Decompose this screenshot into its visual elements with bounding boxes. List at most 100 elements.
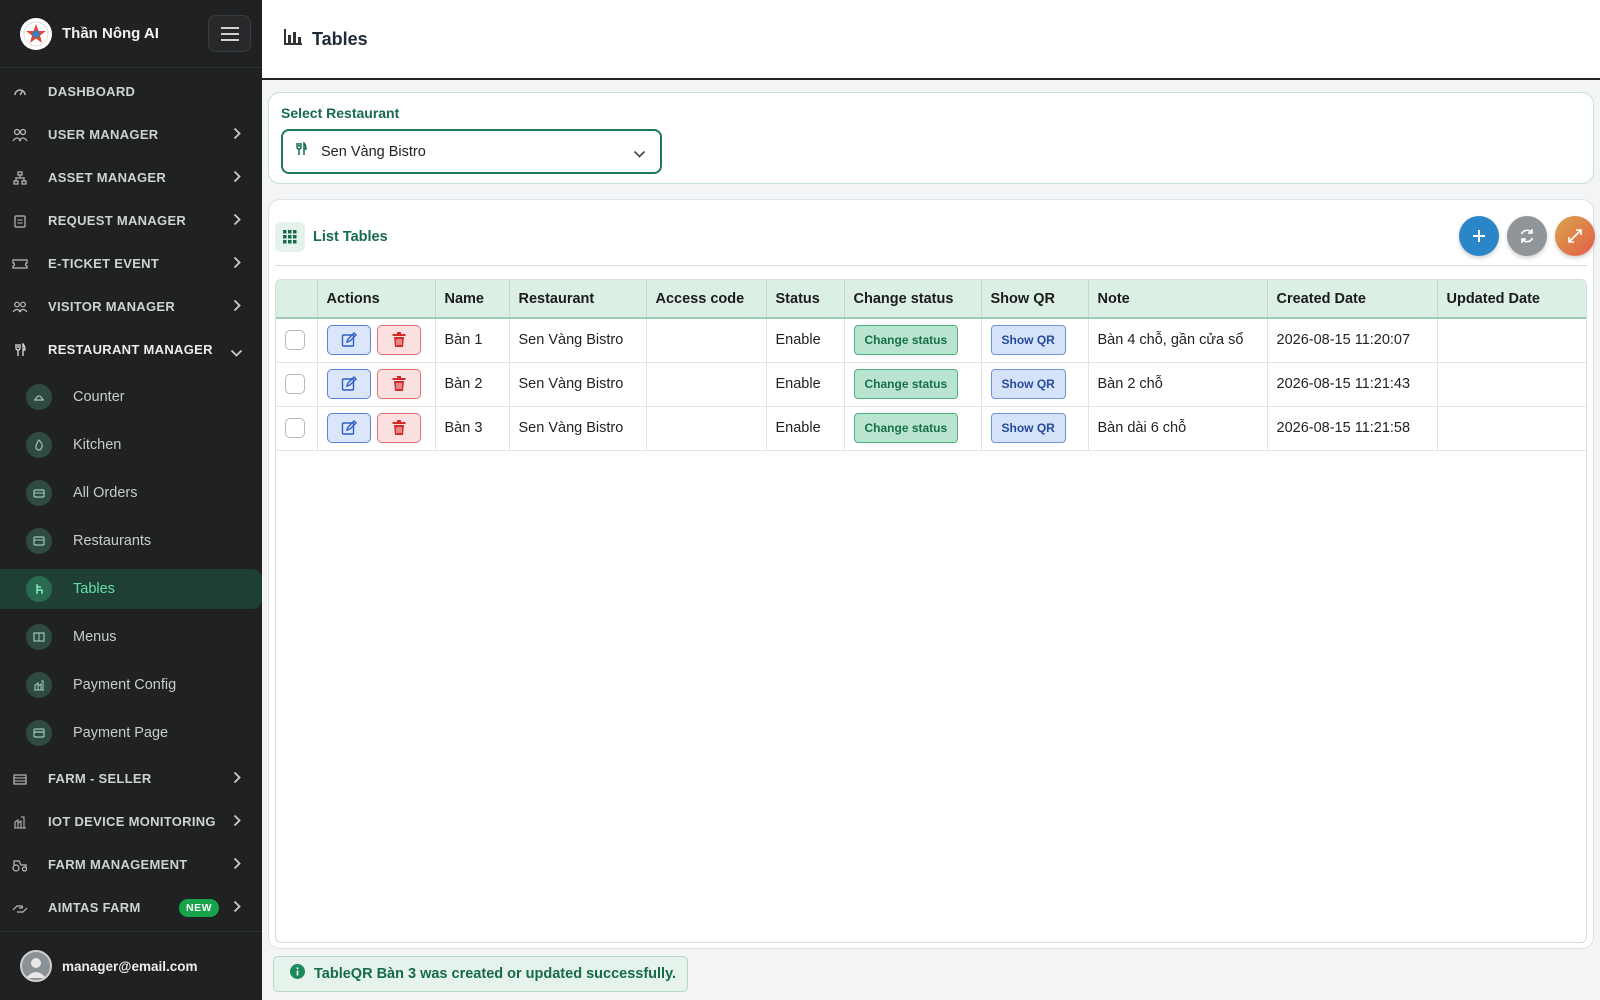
restaurant-select[interactable]: Sen Vàng Bistro xyxy=(281,129,662,174)
sidebar-item-label: E-TICKET EVENT xyxy=(48,256,160,271)
updated-date-cell xyxy=(1437,406,1586,451)
utensils-icon xyxy=(295,141,307,161)
new-badge: NEW xyxy=(179,899,219,917)
seller-icon xyxy=(12,771,28,787)
menu-toggle-button[interactable] xyxy=(208,15,251,52)
store-icon xyxy=(26,528,52,554)
delete-button[interactable] xyxy=(376,325,421,356)
row-checkbox[interactable] xyxy=(285,330,305,351)
sidebar-item-kitchen[interactable]: Kitchen xyxy=(0,421,262,469)
column-header[interactable]: Updated Date xyxy=(1437,280,1586,319)
hamburger-icon xyxy=(220,26,239,41)
user-profile[interactable]: manager@email.com xyxy=(0,931,262,1000)
row-checkbox[interactable] xyxy=(285,418,305,438)
change-status-button[interactable]: Change status xyxy=(853,369,959,399)
change-status-button[interactable]: Change status xyxy=(853,325,959,356)
success-toast[interactable]: TableQR Bàn 3 was created or updated suc… xyxy=(273,956,688,992)
clipboard-icon xyxy=(12,213,28,229)
column-header[interactable]: Restaurant xyxy=(509,280,647,319)
restaurant-cell: Sen Vàng Bistro xyxy=(509,318,647,363)
show-qr-cell: Show QR xyxy=(981,362,1089,407)
sidebar-item-dashboard[interactable]: DASHBOARD xyxy=(0,70,262,113)
note-cell: Bàn dài 6 chỗ xyxy=(1088,406,1268,451)
list-header: List Tables xyxy=(275,208,1595,266)
chevron-right-icon xyxy=(233,256,241,274)
edit-button[interactable] xyxy=(326,369,371,399)
add-button[interactable] xyxy=(1459,216,1499,256)
delete-button[interactable] xyxy=(376,413,421,443)
sidebar-item-payment-page[interactable]: Payment Page xyxy=(0,709,262,757)
delete-button[interactable] xyxy=(376,369,421,399)
sidebar-item-visitor-manager[interactable]: VISITOR MANAGER xyxy=(0,285,262,328)
sidebar-item-label: REQUEST MANAGER xyxy=(48,213,187,228)
sidebar-item-request-manager[interactable]: REQUEST MANAGER xyxy=(0,199,262,242)
show-qr-cell: Show QR xyxy=(981,318,1089,363)
column-header[interactable]: Status xyxy=(766,280,845,319)
chevron-right-icon xyxy=(233,857,241,875)
visitors-icon xyxy=(12,299,28,315)
tables-table: Actions Name Restaurant Access code Stat… xyxy=(275,279,1587,943)
show-qr-button[interactable]: Show QR xyxy=(990,413,1066,443)
sidebar-item-e-ticket-event[interactable]: E-TICKET EVENT xyxy=(0,242,262,285)
chevron-right-icon xyxy=(233,170,241,188)
chevron-down-icon xyxy=(230,344,243,362)
row-checkbox[interactable] xyxy=(285,374,305,394)
column-header[interactable]: Name xyxy=(435,280,510,319)
restaurant-cell: Sen Vàng Bistro xyxy=(509,406,647,451)
row-select-cell xyxy=(276,362,318,407)
sidebar-item-menus[interactable]: Menus xyxy=(0,613,262,661)
column-header[interactable]: Created Date xyxy=(1267,280,1438,319)
tractor-icon xyxy=(12,857,28,873)
sidebar-item-asset-manager[interactable]: ASSET MANAGER xyxy=(0,156,262,199)
column-header[interactable]: Note xyxy=(1088,280,1268,319)
created-date-cell: 2026-08-15 11:21:43 xyxy=(1267,362,1438,407)
sidebar-item-farm-seller[interactable]: FARM - SELLER xyxy=(0,757,262,800)
trash-icon xyxy=(392,376,405,391)
refresh-button[interactable] xyxy=(1507,216,1547,256)
info-icon xyxy=(290,964,305,984)
card-icon xyxy=(26,720,52,746)
updated-date-cell xyxy=(1437,318,1586,363)
sidebar-item-tables[interactable]: Tables xyxy=(0,569,262,609)
expand-button[interactable] xyxy=(1555,216,1595,256)
table-row: Bàn 2 Sen Vàng Bistro Enable Change stat… xyxy=(276,362,1586,407)
change-status-cell: Change status xyxy=(844,406,982,451)
column-header: Change status xyxy=(844,280,982,319)
sidebar-item-farm-management[interactable]: FARM MANAGEMENT xyxy=(0,843,262,886)
sidebar-item-label: All Orders xyxy=(73,485,138,501)
show-qr-button[interactable]: Show QR xyxy=(990,369,1066,399)
sidebar-item-restaurants[interactable]: Restaurants xyxy=(0,517,262,565)
name-cell: Bàn 3 xyxy=(435,406,510,451)
column-header[interactable]: Access code xyxy=(646,280,767,319)
sidebar-item-label: VISITOR MANAGER xyxy=(48,299,176,314)
sidebar-nav: DASHBOARD USER MANAGER ASSET MANAGER REQ… xyxy=(0,70,262,371)
change-status-button[interactable]: Change status xyxy=(853,413,959,443)
brand: Thần Nông AI xyxy=(0,0,262,68)
row-select-cell xyxy=(276,406,318,451)
sidebar-item-iot-device-monitoring[interactable]: IOT DEVICE MONITORING xyxy=(0,800,262,843)
sidebar-item-payment-config[interactable]: Payment Config xyxy=(0,661,262,709)
sidebar-item-user-manager[interactable]: USER MANAGER xyxy=(0,113,262,156)
chevron-right-icon xyxy=(233,127,241,145)
created-date-cell: 2026-08-15 11:21:58 xyxy=(1267,406,1438,451)
sitemap-icon xyxy=(12,170,28,186)
counter-icon xyxy=(26,384,52,410)
actions-cell xyxy=(317,406,436,451)
show-qr-cell: Show QR xyxy=(981,406,1089,451)
users-cog-icon xyxy=(12,127,28,143)
status-cell: Enable xyxy=(766,362,845,407)
edit-button[interactable] xyxy=(326,325,371,356)
orders-icon xyxy=(26,480,52,506)
row-select-cell xyxy=(276,318,318,363)
sidebar-item-restaurant-manager[interactable]: RESTAURANT MANAGER xyxy=(0,328,262,371)
show-qr-button[interactable]: Show QR xyxy=(990,325,1066,356)
sidebar-item-label: Menus xyxy=(73,629,117,645)
sidebar-item-label: AIMTAS FARM xyxy=(48,900,141,915)
sidebar-item-aimtas-farm[interactable]: AIMTAS FARM NEW xyxy=(0,886,262,929)
sidebar-item-all-orders[interactable]: All Orders xyxy=(0,469,262,517)
sidebar-item-counter[interactable]: Counter xyxy=(0,373,262,421)
sidebar-item-label: DASHBOARD xyxy=(48,84,136,99)
updated-date-cell xyxy=(1437,362,1586,407)
toast-message: TableQR Bàn 3 was created or updated suc… xyxy=(314,966,677,982)
edit-button[interactable] xyxy=(326,413,371,443)
